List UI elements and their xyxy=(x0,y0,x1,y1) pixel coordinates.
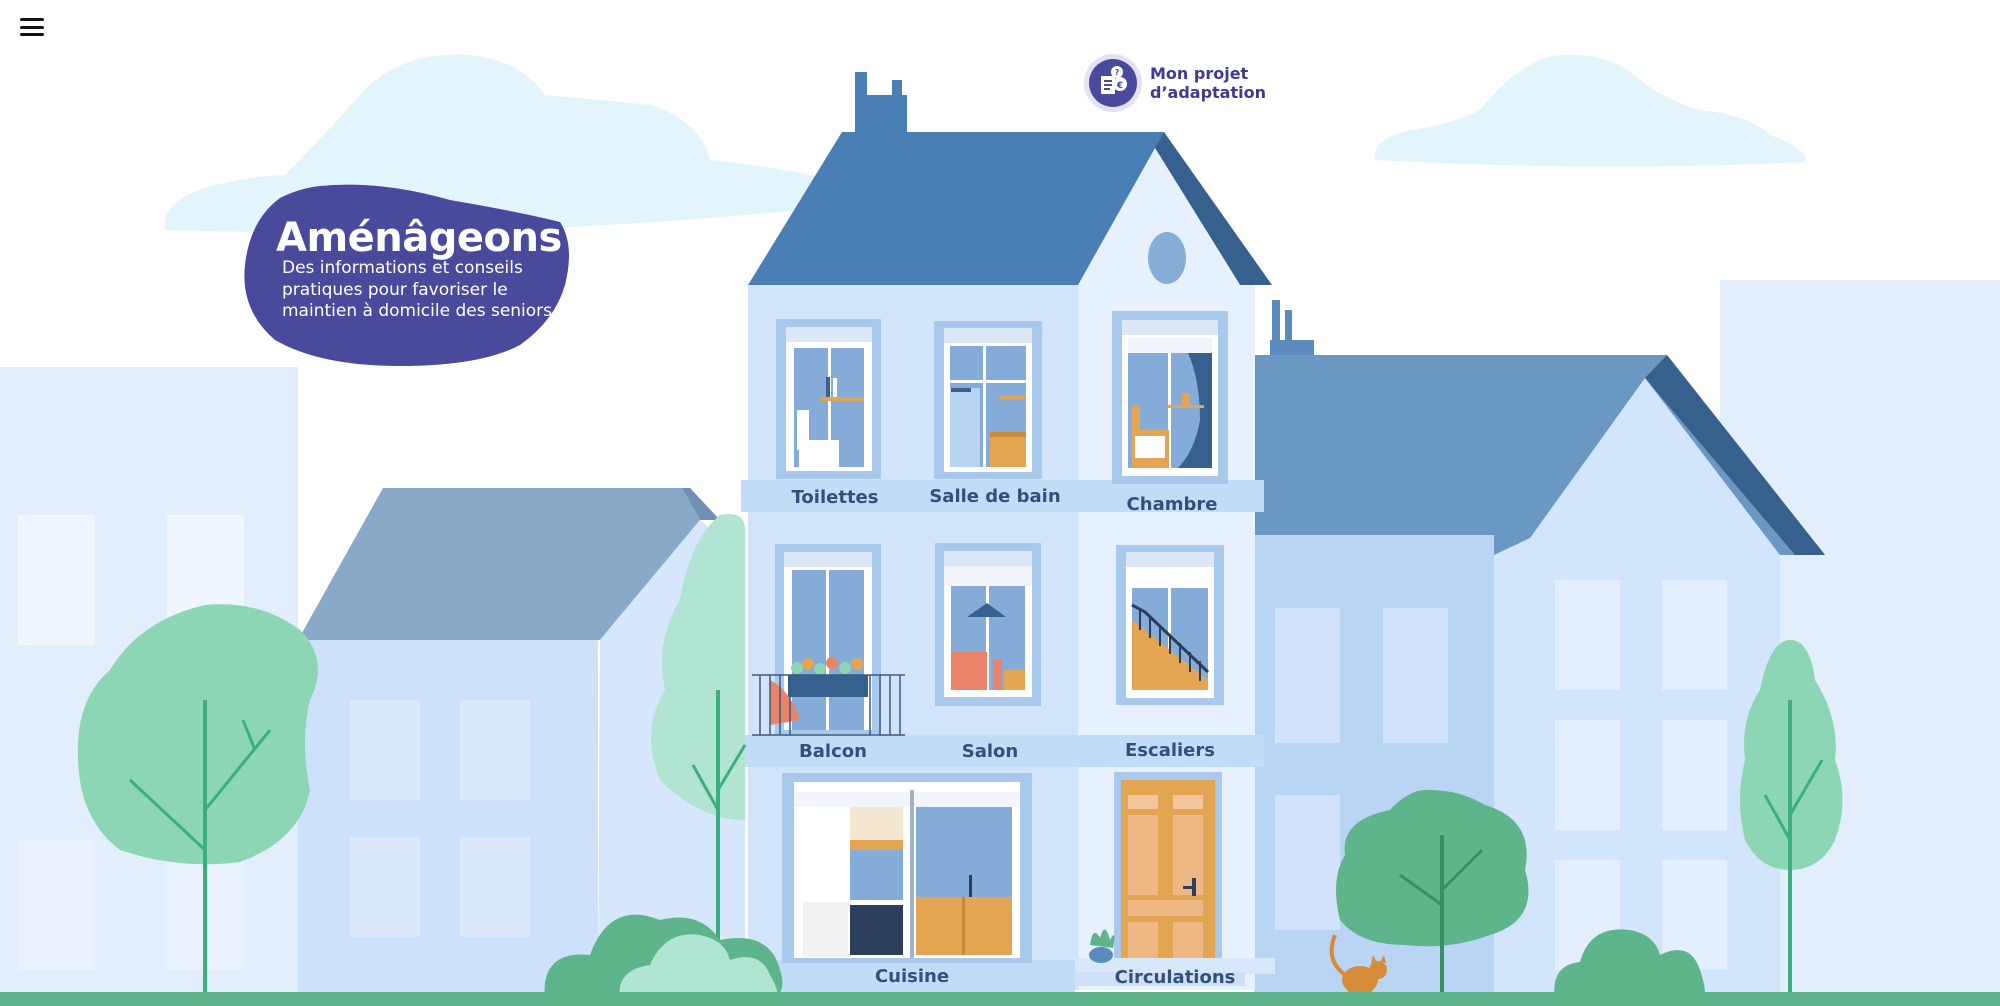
room-salon[interactable] xyxy=(935,543,1041,706)
room-chambre[interactable] xyxy=(1112,311,1228,484)
room-circulations[interactable] xyxy=(1114,772,1222,962)
room-label-circulations[interactable]: Circulations xyxy=(1115,967,1236,988)
room-label-escaliers[interactable]: Escaliers xyxy=(1125,740,1215,761)
room-label-balcon[interactable]: Balcon xyxy=(799,741,867,762)
room-label-chambre[interactable]: Chambre xyxy=(1127,494,1218,515)
room-label-cuisine[interactable]: Cuisine xyxy=(875,966,949,987)
page-title: Aménâgeons xyxy=(276,215,562,261)
oval-window xyxy=(1148,232,1186,284)
svg-text:€: € xyxy=(1116,81,1123,91)
cloud-left xyxy=(164,54,828,233)
page-subtitle: Des informations et conseils pratiques p… xyxy=(282,258,553,321)
svg-text:?: ? xyxy=(1115,68,1120,77)
menu-button[interactable] xyxy=(20,16,44,38)
room-salle-de-bain[interactable] xyxy=(934,321,1042,479)
left-house xyxy=(298,640,598,992)
room-label-salle-de-bain[interactable]: Salle de bain xyxy=(929,486,1060,507)
document-euro-icon: € ? xyxy=(1084,54,1142,112)
room-label-salon[interactable]: Salon xyxy=(962,741,1018,762)
project-link-label: Mon projet d’adaptation xyxy=(1150,64,1266,102)
room-cuisine[interactable] xyxy=(782,773,1032,963)
project-link[interactable]: € ? Mon projet d’adaptation xyxy=(1084,54,1266,112)
room-toilettes[interactable] xyxy=(776,319,881,479)
room-escaliers[interactable] xyxy=(1116,545,1224,705)
ground xyxy=(0,992,2000,1006)
room-balcon[interactable] xyxy=(755,544,905,734)
room-label-toilettes[interactable]: Toilettes xyxy=(792,487,879,508)
hamburger-menu-icon xyxy=(20,18,44,21)
cloud-right xyxy=(1374,54,1806,167)
